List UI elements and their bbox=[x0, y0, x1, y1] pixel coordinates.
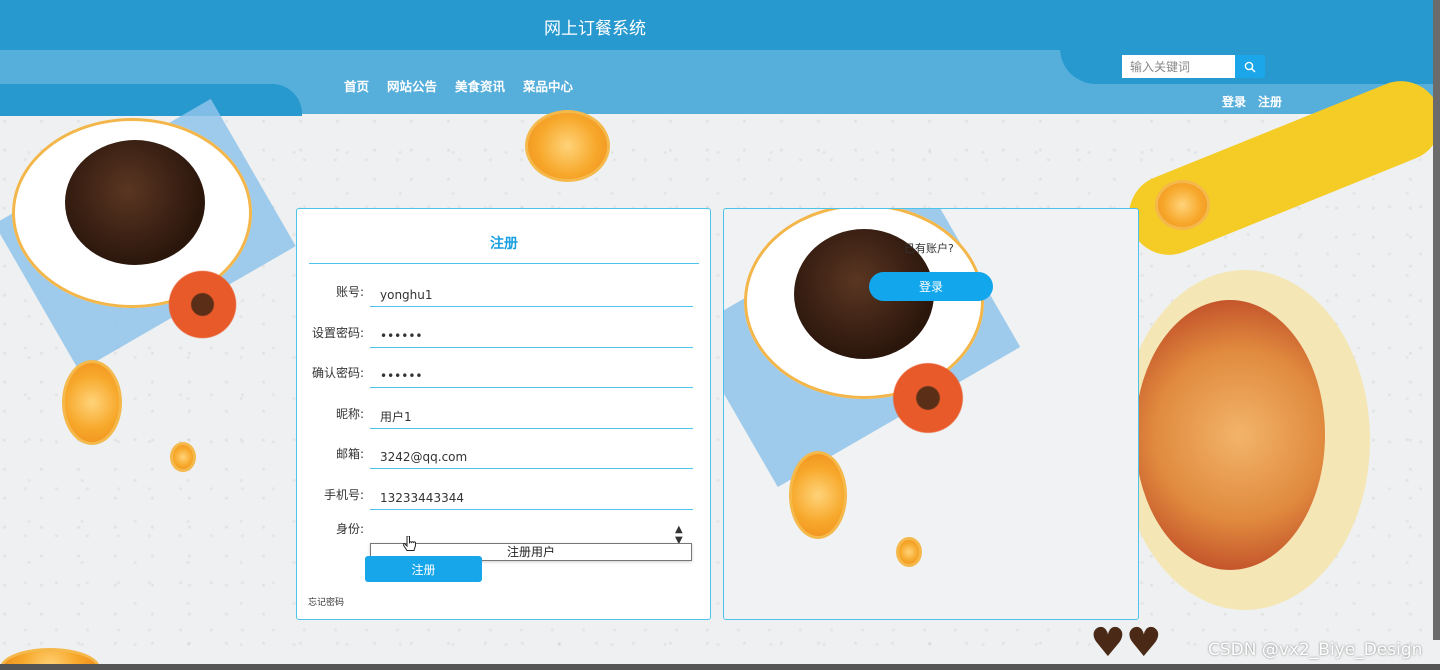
panel-orange-slice-decoration bbox=[789, 451, 847, 539]
panel-orange-slice-small-decoration bbox=[896, 537, 922, 567]
account-input[interactable] bbox=[370, 283, 693, 307]
orange-slice-decoration bbox=[62, 360, 122, 445]
password-label: 设置密码: bbox=[311, 326, 364, 340]
confirm-password-input[interactable] bbox=[370, 364, 693, 388]
auth-links: 登录 注册 bbox=[1222, 93, 1282, 110]
hand-cursor-icon bbox=[403, 536, 416, 551]
login-panel bbox=[723, 208, 1139, 620]
phone-label: 手机号: bbox=[323, 488, 364, 502]
orange-slice-small-decoration bbox=[170, 442, 196, 472]
phone-row: 手机号: bbox=[297, 486, 712, 512]
password-input[interactable] bbox=[370, 324, 693, 348]
confirm-password-row: 确认密码: bbox=[297, 364, 712, 390]
nav-item-home[interactable]: 首页 bbox=[344, 76, 369, 95]
email-input[interactable] bbox=[370, 445, 693, 469]
search-button[interactable] bbox=[1235, 55, 1265, 78]
header-register-link[interactable]: 注册 bbox=[1258, 93, 1282, 110]
chocolate-heart-decoration: ♥♥ bbox=[1090, 620, 1162, 666]
account-row: 账号: bbox=[297, 283, 712, 309]
site-title: 网上订餐系统 bbox=[544, 19, 646, 39]
nav-item-dish-center[interactable]: 菜品中心 bbox=[523, 76, 573, 95]
bottom-border bbox=[0, 664, 1440, 670]
nickname-input[interactable] bbox=[370, 405, 693, 429]
nickname-row: 昵称: bbox=[297, 405, 712, 431]
vertical-scrollbar[interactable] bbox=[1433, 0, 1440, 640]
password-row: 设置密码: bbox=[297, 324, 712, 350]
phone-input[interactable] bbox=[370, 486, 693, 510]
search-input[interactable] bbox=[1122, 55, 1235, 78]
forgot-password-link[interactable]: 忘记密码 bbox=[308, 595, 344, 608]
login-button[interactable]: 登录 bbox=[869, 272, 993, 301]
identity-select[interactable] bbox=[370, 520, 693, 544]
coffee-cup-decoration bbox=[65, 140, 205, 265]
nav-item-announcements[interactable]: 网站公告 bbox=[387, 76, 437, 95]
watermark: CSDN @vx2_Biye_Design bbox=[1208, 640, 1423, 660]
account-label: 账号: bbox=[335, 285, 364, 299]
nav-item-food-news[interactable]: 美食资讯 bbox=[455, 76, 505, 95]
nickname-label: 昵称: bbox=[335, 407, 364, 421]
email-label: 邮箱: bbox=[335, 447, 364, 461]
main-nav: 首页 网站公告 美食资讯 菜品中心 bbox=[344, 76, 573, 95]
search-icon bbox=[1244, 61, 1256, 72]
header-login-link[interactable]: 登录 bbox=[1222, 93, 1246, 110]
confirm-password-label: 确认密码: bbox=[311, 366, 364, 380]
flower-decoration bbox=[160, 262, 245, 347]
noodle-bowl-inner-decoration bbox=[1135, 300, 1325, 570]
identity-label: 身份: bbox=[335, 522, 364, 536]
register-submit-button[interactable]: 注册 bbox=[365, 556, 482, 582]
orange-slice-top-decoration bbox=[525, 110, 610, 182]
orange-spoon-decoration bbox=[1155, 180, 1210, 230]
email-row: 邮箱: bbox=[297, 445, 712, 471]
have-account-prompt: 已有账户? bbox=[904, 242, 954, 255]
nav-left-tab-decoration bbox=[0, 84, 302, 116]
panel-flower-decoration bbox=[884, 354, 972, 442]
register-title: 注册 bbox=[309, 233, 699, 264]
